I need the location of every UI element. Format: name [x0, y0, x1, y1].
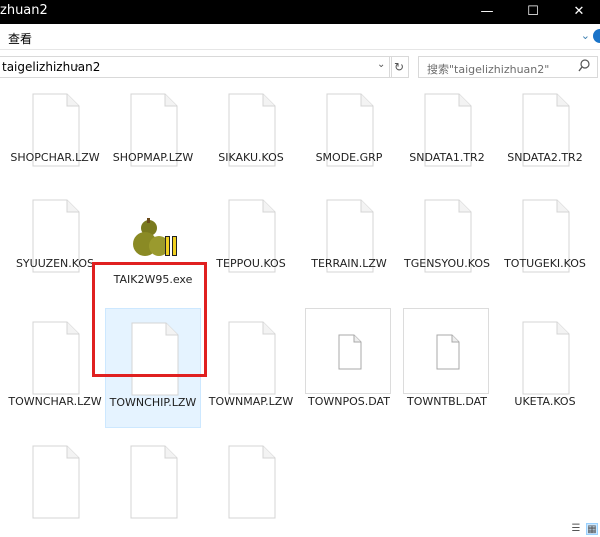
file-name: SHOPMAP.LZW	[112, 151, 194, 164]
minimize-button[interactable]: —	[464, 0, 510, 24]
expand-ribbon-icon[interactable]: ⌄	[581, 29, 590, 42]
file-name: TOWNPOS.DAT	[308, 395, 390, 408]
file-item[interactable]: TGENSYOU.KOS	[399, 186, 495, 306]
file-item[interactable]: TOWNCHIP.LZW	[105, 308, 201, 428]
file-name: SIKAKU.KOS	[218, 151, 284, 164]
file-name: TOTUGEKI.KOS	[504, 257, 586, 270]
file-name: TEPPOU.KOS	[216, 257, 286, 270]
file-name: SNDATA1.TR2	[409, 151, 485, 164]
file-name: TOWNCHIP.LZW	[109, 396, 197, 409]
file-item[interactable]	[7, 432, 103, 522]
file-item[interactable]: TOWNPOS.DAT	[301, 308, 397, 428]
gourd-app-icon	[109, 192, 195, 278]
large-icons-view-button[interactable]: ▦	[586, 523, 598, 535]
file-item[interactable]: TERRAIN.LZW	[301, 186, 397, 306]
details-view-button[interactable]: ☰	[570, 523, 582, 535]
file-name: TGENSYOU.KOS	[404, 257, 490, 270]
blank-file-icon	[11, 314, 97, 400]
blank-file-icon	[11, 438, 97, 522]
file-item[interactable]: TOWNMAP.LZW	[203, 308, 299, 428]
file-item[interactable]: TOWNCHAR.LZW	[7, 308, 103, 428]
file-item[interactable]: SNDATA1.TR2	[399, 82, 495, 200]
blank-file-icon	[501, 314, 587, 400]
maximize-button[interactable]: ☐	[510, 0, 556, 24]
tab-view[interactable]: 查看	[8, 30, 32, 47]
ribbon-bar: 查看 ⌄	[0, 24, 600, 50]
file-name: TOWNMAP.LZW	[208, 395, 294, 408]
search-icon[interactable]	[578, 59, 590, 77]
refresh-button[interactable]: ↻	[389, 56, 409, 78]
file-item[interactable]	[105, 432, 201, 522]
file-name: TERRAIN.LZW	[311, 257, 387, 270]
file-name: SHOPCHAR.LZW	[10, 151, 100, 164]
file-name: TOWNTBL.DAT	[406, 395, 488, 408]
file-name: UKETA.KOS	[514, 395, 576, 408]
file-item[interactable]: TOTUGEKI.KOS	[497, 186, 593, 306]
search-placeholder[interactable]: 搜索"taigelizhizhuan2"	[427, 61, 549, 77]
file-name: TAIK2W95.exe	[113, 273, 193, 286]
help-icon[interactable]	[592, 27, 600, 45]
file-name: SMODE.GRP	[315, 151, 383, 164]
file-list: SHOPCHAR.LZW SHOPMAP.LZW SIKAKU.KOS SMODE.G…	[0, 82, 600, 522]
file-item[interactable]: TOWNTBL.DAT	[399, 308, 495, 428]
breadcrumb-folder[interactable]: taigelizhizhuan2	[2, 60, 100, 74]
status-bar: ☰ ▦	[0, 522, 600, 537]
navigation-row: taigelizhizhuan2 › ⌄ ↻ 搜索"taigelizhizhua…	[0, 50, 600, 82]
file-item[interactable]: SMODE.GRP	[301, 82, 397, 200]
file-item[interactable]: SNDATA2.TR2	[497, 82, 593, 200]
address-history-dropdown-icon[interactable]: ⌄	[377, 59, 385, 70]
file-name: TOWNCHAR.LZW	[8, 395, 102, 408]
blank-file-icon	[109, 438, 195, 522]
blank-file-icon	[207, 438, 293, 522]
file-item[interactable]: SIKAKU.KOS	[203, 82, 299, 200]
address-bar[interactable]: taigelizhizhuan2 › ⌄	[0, 56, 392, 78]
file-item[interactable]: TEPPOU.KOS	[203, 186, 299, 306]
title-bar: zhuan2 — ☐ ✕	[0, 0, 600, 24]
file-name: SNDATA2.TR2	[507, 151, 583, 164]
window-title: zhuan2	[0, 3, 48, 18]
file-name: SYUUZEN.KOS	[15, 257, 95, 270]
small-file-icon	[305, 308, 391, 394]
small-file-icon	[403, 308, 489, 394]
file-item[interactable]: SHOPCHAR.LZW	[7, 82, 103, 200]
breadcrumb-separator-icon[interactable]: ›	[75, 59, 79, 72]
blank-file-icon	[207, 314, 293, 400]
file-item[interactable]: UKETA.KOS	[497, 308, 593, 428]
search-box[interactable]: 搜索"taigelizhizhuan2"	[418, 56, 598, 78]
file-item[interactable]	[203, 432, 299, 522]
file-item[interactable]: SHOPMAP.LZW	[105, 82, 201, 200]
file-item[interactable]: SYUUZEN.KOS	[7, 186, 103, 306]
file-item[interactable]: TAIK2W95.exe	[105, 186, 201, 306]
close-button[interactable]: ✕	[556, 0, 600, 24]
blank-file-icon	[110, 315, 196, 401]
